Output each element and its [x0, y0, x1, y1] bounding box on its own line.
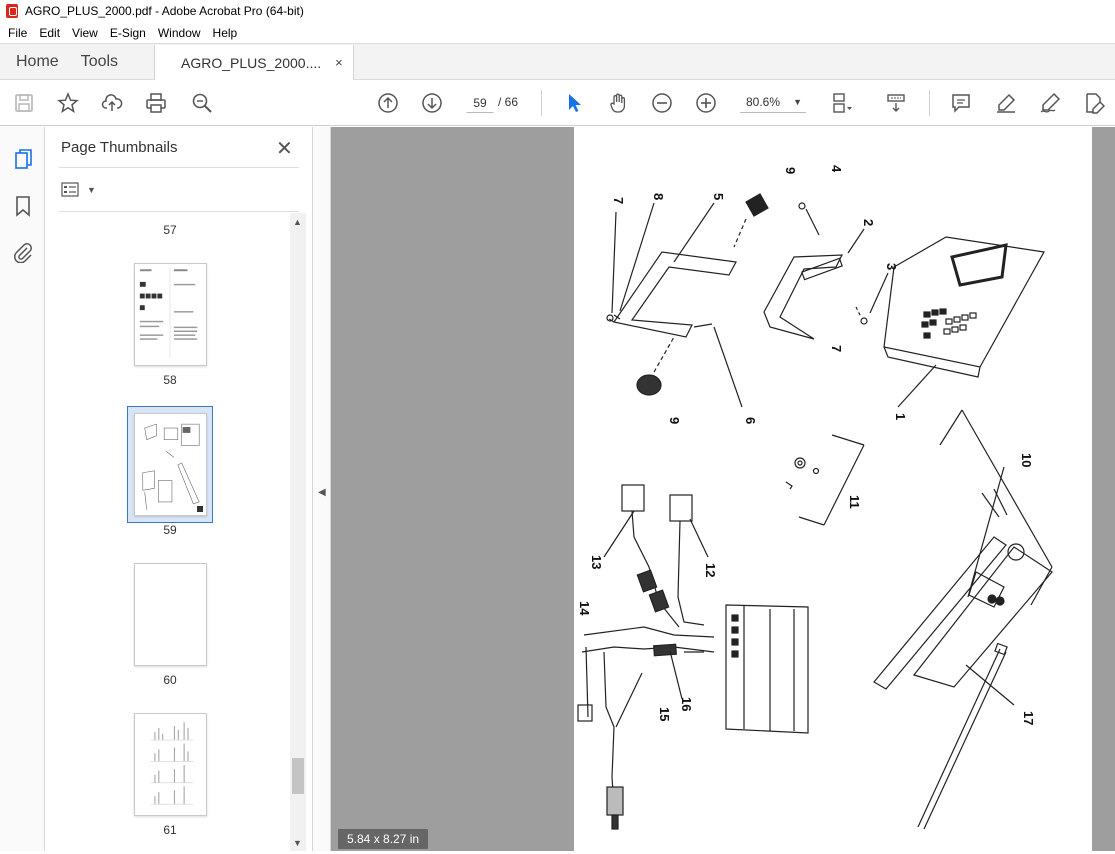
thumbnail-view-box[interactable] [197, 506, 203, 512]
part-label: 14 [577, 601, 592, 616]
upload-cloud-icon[interactable] [100, 91, 124, 115]
scrollbar-thumb[interactable] [292, 758, 304, 794]
toolbar-divider [541, 90, 542, 116]
part-label: 10 [1019, 453, 1034, 467]
zoom-in-icon[interactable] [694, 91, 718, 115]
menu-file[interactable]: File [2, 26, 33, 40]
pane-divider-2 [59, 211, 299, 212]
pane-title: Page Thumbnails [61, 139, 178, 156]
menu-edit[interactable]: Edit [33, 26, 66, 40]
thumbnail-61-preview [150, 722, 194, 805]
part-label: 15 [657, 707, 672, 721]
menu-window[interactable]: Window [152, 26, 207, 40]
zoom-out-icon[interactable] [650, 91, 674, 115]
zoom-level-value: 80.6% [746, 95, 781, 109]
chevron-down-icon: ▼ [87, 185, 96, 195]
tab-bar: Home Tools AGRO_PLUS_2000.... × [0, 43, 1115, 80]
scroll-up-icon[interactable]: ▲ [293, 217, 302, 227]
thumbnail-list: 57 58 59 60 61 [45, 213, 290, 851]
menu-bar: File Edit View E-Sign Window Help [0, 22, 1115, 43]
menu-help[interactable]: Help [207, 26, 244, 40]
part-label: 16 [679, 697, 694, 711]
thumbnails-scrollbar[interactable]: ▲ ▼ [290, 213, 306, 851]
star-icon[interactable] [56, 91, 80, 115]
tab-document[interactable]: AGRO_PLUS_2000.... × [154, 45, 354, 80]
page-display-icon[interactable] [829, 91, 853, 115]
part-label: 13 [589, 555, 604, 569]
thumbnail-page-59[interactable] [134, 413, 207, 516]
exploded-parts-diagram: 9 4 7 8 5 2 3 7 9 6 1 10 11 12 13 14 15 … [577, 165, 1053, 830]
part-label: 8 [651, 193, 666, 200]
thumbnail-59-preview [142, 423, 200, 510]
part-label: 6 [743, 417, 758, 424]
document-view[interactable]: 9 4 7 8 5 2 3 7 9 6 1 10 11 12 13 14 15 … [331, 127, 1115, 851]
fill-sign-icon[interactable] [1038, 91, 1062, 115]
tab-home[interactable]: Home [0, 44, 75, 79]
thumbnail-page-61[interactable] [134, 713, 207, 816]
previous-page-icon[interactable] [376, 91, 400, 115]
save-icon[interactable] [12, 91, 36, 115]
bookmark-icon[interactable] [11, 194, 35, 218]
pane-splitter[interactable]: ◀ [313, 127, 331, 851]
next-page-icon[interactable] [420, 91, 444, 115]
navigation-rail [0, 127, 45, 851]
thumbnail-label-58: 58 [163, 373, 177, 387]
thumbnail-label-57: 57 [163, 223, 177, 237]
thumbnail-58-preview [139, 268, 198, 358]
part-label: 11 [847, 495, 862, 509]
thumbnail-page-60[interactable] [134, 563, 207, 666]
attachment-icon[interactable] [11, 240, 35, 264]
comment-icon[interactable] [949, 91, 973, 115]
edit-pdf-icon[interactable] [1082, 91, 1106, 115]
select-cursor-icon[interactable] [562, 91, 586, 115]
part-label: 12 [703, 563, 718, 577]
part-label: 17 [1021, 711, 1036, 725]
menu-esign[interactable]: E-Sign [104, 26, 152, 40]
print-icon[interactable] [144, 91, 168, 115]
window-title: AGRO_PLUS_2000.pdf - Adobe Acrobat Pro (… [25, 4, 304, 18]
close-tab-icon[interactable]: × [335, 55, 343, 70]
part-label: 2 [861, 219, 876, 226]
zoom-level-dropdown[interactable]: 80.6% ▼ [740, 91, 806, 113]
close-pane-icon[interactable]: ✕ [276, 136, 293, 161]
chevron-down-icon: ▼ [793, 97, 802, 107]
thumbnail-label-59: 59 [163, 523, 177, 537]
scroll-down-icon[interactable]: ▼ [293, 838, 302, 848]
acrobat-logo-icon [6, 4, 18, 18]
page-total: / 66 [498, 95, 519, 109]
collapse-pane-icon[interactable]: ◀ [318, 487, 326, 498]
page-thumbnails-icon[interactable] [11, 147, 35, 171]
part-label: 7 [829, 345, 844, 352]
tab-document-label: AGRO_PLUS_2000.... [181, 54, 322, 71]
part-label: 9 [783, 167, 798, 174]
tab-tools[interactable]: Tools [75, 44, 134, 79]
pane-divider [59, 167, 299, 168]
thumbnail-page-58[interactable] [134, 263, 207, 366]
thumbnail-label-61: 61 [163, 823, 177, 837]
thumbnails-pane: Page Thumbnails ✕ ▼ 57 58 59 60 61 ▲ ▼ [45, 127, 313, 851]
zoom-search-icon[interactable] [190, 91, 214, 115]
toolbar-divider-2 [929, 90, 930, 116]
highlight-pen-icon[interactable] [994, 91, 1018, 115]
current-page-input[interactable]: 59 [466, 91, 494, 113]
thumbnail-label-60: 60 [163, 673, 177, 687]
page-size-indicator: 5.84 x 8.27 in [338, 829, 429, 849]
options-list-icon [61, 182, 79, 197]
part-label: 4 [829, 165, 844, 173]
part-label: 7 [611, 197, 626, 204]
pdf-page: 9 4 7 8 5 2 3 7 9 6 1 10 11 12 13 14 15 … [574, 127, 1092, 851]
scrolling-mode-icon[interactable] [884, 91, 908, 115]
title-bar: AGRO_PLUS_2000.pdf - Adobe Acrobat Pro (… [0, 0, 1115, 22]
hand-tool-icon[interactable] [606, 91, 630, 115]
part-label: 1 [893, 413, 908, 420]
part-label: 9 [667, 417, 682, 424]
menu-view[interactable]: View [66, 26, 104, 40]
part-label: 5 [711, 193, 726, 200]
part-label: 3 [884, 263, 899, 270]
thumbnail-options-button[interactable]: ▼ [61, 179, 97, 201]
